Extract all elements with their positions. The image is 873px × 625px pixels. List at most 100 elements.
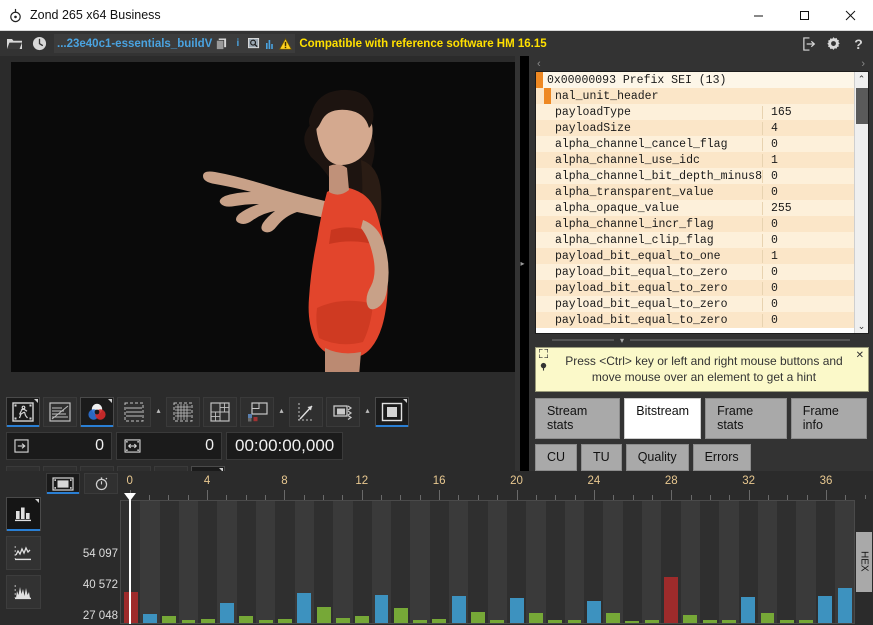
expand-icon[interactable] <box>538 347 550 360</box>
scrollbar-thumb[interactable] <box>856 88 868 125</box>
chart-bar[interactable] <box>278 619 292 623</box>
copy-icon[interactable] <box>215 37 228 51</box>
chart-bar-slot[interactable] <box>584 501 603 623</box>
table-row[interactable]: payload_bit_equal_to_zero 0 <box>535 296 854 313</box>
bar-chart-mode-button[interactable] <box>5 497 41 531</box>
chart-bar-slot[interactable] <box>468 501 487 623</box>
maximize-button[interactable] <box>781 0 827 31</box>
tree-nav-prev-icon[interactable]: ‹ <box>537 58 541 70</box>
chart-bar[interactable] <box>355 616 370 623</box>
table-row[interactable]: payload_bit_equal_to_zero 0 <box>535 264 854 281</box>
poc-field[interactable]: 0 <box>116 432 222 460</box>
export-icon[interactable] <box>796 32 821 55</box>
tab-stream-stats[interactable]: Stream stats <box>534 398 621 439</box>
chart-bar[interactable] <box>490 619 505 623</box>
time-view-button[interactable] <box>84 473 118 494</box>
chart-bar[interactable] <box>200 618 215 623</box>
table-row[interactable]: alpha_opaque_value 255 <box>535 200 854 217</box>
chart-bar-slot[interactable] <box>371 501 392 623</box>
tab-errors[interactable]: Errors <box>692 444 751 471</box>
hint-close-icon[interactable]: ✕ <box>856 350 864 361</box>
chart-bar[interactable] <box>721 620 736 623</box>
chart-bar[interactable] <box>451 595 466 623</box>
area-chart-mode-button[interactable] <box>5 575 41 609</box>
chart-bar-slot[interactable] <box>140 501 160 623</box>
chart-bar[interactable] <box>586 601 601 623</box>
tab-cu[interactable]: CU <box>534 444 578 471</box>
chart-bar-slot[interactable] <box>217 501 237 623</box>
line-chart-mode-button[interactable] <box>5 536 41 570</box>
chart-bar-slot[interactable] <box>796 501 816 623</box>
chart-bar-slot[interactable] <box>353 501 372 623</box>
hex-panel-tab[interactable]: HEX <box>855 499 873 624</box>
bitstream-tree[interactable]: 0x00000093 Prefix SEI (13) nal_unit_heade… <box>534 71 869 335</box>
fine-grid-icon[interactable] <box>166 397 200 427</box>
chart-bar[interactable] <box>335 617 350 623</box>
table-row[interactable]: alpha_channel_bit_depth_minus8 0 <box>535 168 854 185</box>
chart-bar[interactable] <box>625 620 640 623</box>
chart-bar[interactable] <box>567 620 582 623</box>
vertical-splitter[interactable]: ▸ <box>515 56 530 471</box>
slices-grid-icon[interactable] <box>117 397 151 427</box>
chart-bar-slot[interactable] <box>700 501 719 623</box>
chart-bar[interactable] <box>316 607 331 623</box>
chart-bar[interactable] <box>432 619 447 623</box>
chevron-up-icon[interactable]: ▴ <box>154 397 163 427</box>
gradient-icon[interactable] <box>43 397 77 427</box>
folder-open-icon[interactable] <box>2 32 27 55</box>
chart-bar[interactable] <box>644 619 659 623</box>
table-row[interactable]: alpha_channel_incr_flag 0 <box>535 216 854 233</box>
chart-bar[interactable] <box>683 614 698 623</box>
table-row[interactable]: alpha_channel_clip_flag 0 <box>535 232 854 249</box>
chart-bar[interactable] <box>181 619 196 623</box>
chart-bar[interactable] <box>509 598 524 623</box>
table-row[interactable]: 0x00000093 Prefix SEI (13) <box>535 72 854 89</box>
chart-bar[interactable] <box>471 611 485 623</box>
chart-bar-slot[interactable] <box>739 501 758 623</box>
chart-bar-slot[interactable] <box>294 501 314 623</box>
block-grid-icon[interactable] <box>203 397 237 427</box>
table-row[interactable]: alpha_channel_cancel_flag 0 <box>535 136 854 153</box>
timecode-field[interactable]: 00:00:00,000 <box>226 432 344 460</box>
chart-bar[interactable] <box>239 615 254 623</box>
table-row[interactable]: payloadSize 4 <box>535 120 854 137</box>
chart-bar-slot[interactable] <box>256 501 276 623</box>
chart-bar-slot[interactable] <box>391 501 410 623</box>
chart-bar[interactable] <box>779 620 794 623</box>
chart-bar[interactable] <box>143 613 157 623</box>
chart-bar[interactable] <box>741 597 756 623</box>
play-frame-icon[interactable] <box>6 397 40 427</box>
table-row[interactable]: alpha_transparent_value 0 <box>535 184 854 201</box>
chart-bar-slot[interactable] <box>642 501 662 623</box>
chart-bar-slot[interactable] <box>198 501 217 623</box>
help-icon[interactable]: ? <box>846 32 871 55</box>
frame-number-field[interactable]: 0 <box>6 432 112 460</box>
pin-icon[interactable] <box>539 362 548 373</box>
chart-bar-slot[interactable] <box>237 501 256 623</box>
chart-bar-slot[interactable] <box>816 501 835 623</box>
bitstream-path-field[interactable]: ...23e40c1-essentials_buildV i <box>54 34 296 53</box>
tree-nav-next-icon[interactable]: › <box>861 58 865 70</box>
chart-bar-slot[interactable] <box>603 501 623 623</box>
chart-bar[interactable] <box>413 619 428 623</box>
chart-bar-slot[interactable] <box>623 501 642 623</box>
tab-quality[interactable]: Quality <box>625 444 689 471</box>
chart-bar[interactable] <box>220 603 235 623</box>
chart-bar-slot[interactable] <box>834 501 854 623</box>
chart-bar[interactable] <box>702 620 717 623</box>
fit-to-window-icon[interactable] <box>375 397 409 427</box>
table-row[interactable]: payload_bit_equal_to_zero 0 <box>535 280 854 297</box>
frames-view-button[interactable] <box>46 473 80 494</box>
motion-vectors-icon[interactable] <box>289 397 323 427</box>
chart-bar[interactable] <box>393 608 408 623</box>
tab-frame-stats[interactable]: Frame stats <box>705 398 787 439</box>
bitstream-scrollbar[interactable]: ⌃ ⌄ <box>854 72 868 334</box>
chart-bar-slot[interactable] <box>680 501 700 623</box>
chart-bar-slot[interactable] <box>526 501 546 623</box>
table-row[interactable]: payload_bit_equal_to_zero 0 <box>535 312 854 329</box>
chart-bar[interactable] <box>548 619 563 623</box>
chart-bar-slot[interactable] <box>333 501 353 623</box>
chart-bar-slot[interactable] <box>487 501 507 623</box>
chart-bar-slot[interactable] <box>178 501 199 623</box>
table-row[interactable]: nal_unit_header <box>535 88 854 105</box>
